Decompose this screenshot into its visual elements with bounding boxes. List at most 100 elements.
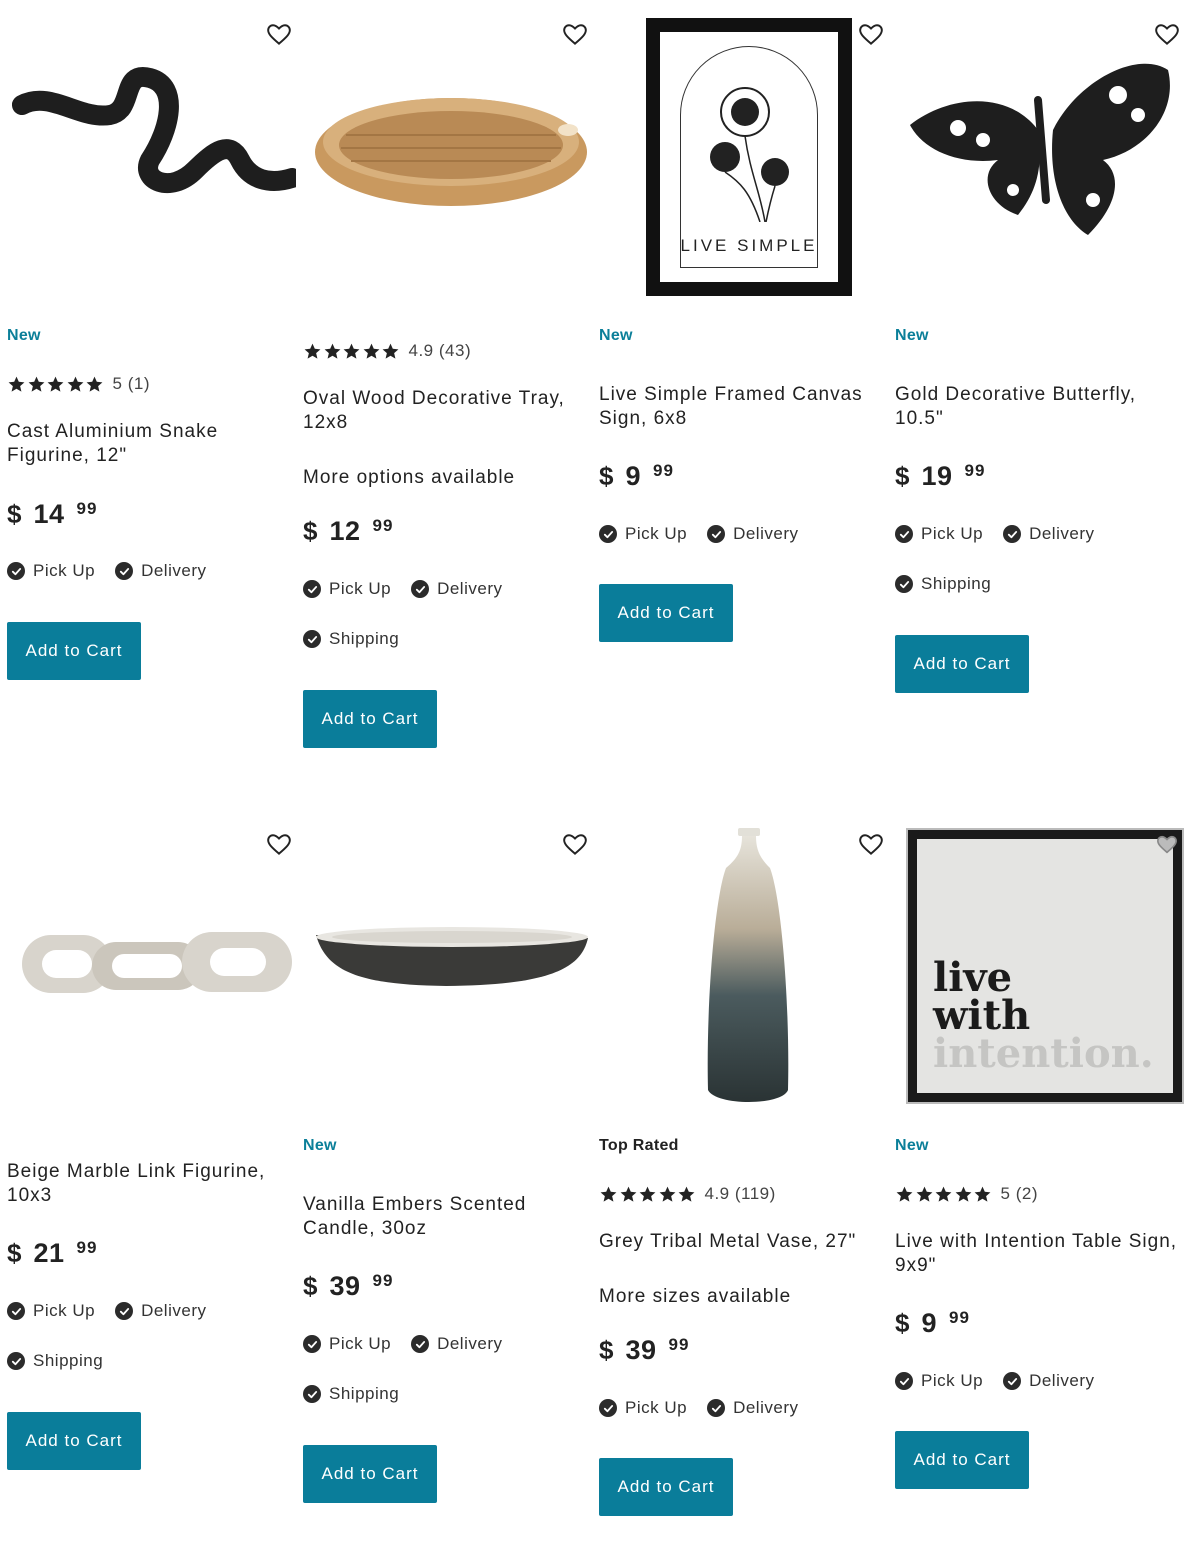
product-title-line: Figurine, 12" [7, 445, 128, 466]
check-icon [7, 562, 25, 580]
pickup-option: Pick Up [895, 1371, 983, 1391]
pickup-option: Pick Up [303, 579, 391, 599]
wishlist-heart-icon[interactable] [562, 832, 588, 858]
wishlist-heart-icon[interactable] [266, 22, 292, 48]
pickup-option: Pick Up [7, 1301, 95, 1321]
product-card[interactable]: New 5 (1) Cast Aluminium Snake Figurine,… [0, 0, 296, 780]
wishlist-heart-icon[interactable] [562, 22, 588, 48]
star-rating-icon [599, 1185, 697, 1204]
butterfly-icon[interactable] [888, 0, 1184, 300]
rating: 5 (1) [7, 372, 150, 396]
price-whole: 12 [329, 516, 361, 546]
add-to-cart-button[interactable]: Add to Cart [599, 584, 733, 642]
price-cents: 99 [372, 1271, 394, 1290]
check-icon [303, 630, 321, 648]
wishlist-heart-icon[interactable] [1154, 22, 1180, 48]
more-options-text[interactable]: More options available [303, 467, 515, 489]
product-title[interactable]: Live with Intention Table Sign, 9x9" [895, 1230, 1200, 1278]
add-to-cart-button[interactable]: Add to Cart [895, 1431, 1029, 1489]
price: $ 12 99 [303, 516, 393, 546]
star-icon [639, 1186, 656, 1202]
star-rating-icon [7, 375, 105, 394]
product-title[interactable]: Beige Marble Link Figurine, 10x3 [7, 1160, 265, 1208]
star-icon [620, 1186, 636, 1202]
new-badge: New [599, 327, 633, 344]
rating-count: (1) [127, 374, 150, 393]
add-to-cart-button[interactable]: Add to Cart [303, 1445, 437, 1503]
product-title-line: Live Simple Framed Canvas [599, 384, 863, 405]
product-title[interactable]: Gold Decorative Butterfly, 10.5" [895, 383, 1136, 431]
shipping-option-row: Shipping [303, 629, 399, 649]
shipping-option: Shipping [303, 628, 419, 650]
check-icon [7, 1352, 25, 1370]
snake-figurine-icon[interactable] [0, 0, 296, 300]
rating: 5 (2) [895, 1182, 1038, 1206]
add-to-cart-button[interactable]: Add to Cart [895, 635, 1029, 693]
price-cents: 99 [76, 499, 98, 518]
check-icon [707, 1399, 726, 1417]
product-title-line: Live with Intention Table Sign, [895, 1231, 1178, 1252]
pickup-label: Pick Up [625, 1398, 688, 1417]
vase-icon[interactable] [592, 810, 888, 1110]
fulfillment-options: Pick Up Delivery [303, 1333, 522, 1355]
product-card[interactable]: Top Rated 4.9 (119) Grey Tribal Metal Va… [592, 810, 888, 1550]
product-title[interactable]: Oval Wood Decorative Tray, 12x8 [303, 387, 565, 435]
marble-link-icon[interactable] [0, 810, 296, 1110]
pickup-label: Pick Up [921, 1371, 984, 1390]
shipping-option-row: Shipping [303, 1384, 399, 1404]
price-cents: 99 [653, 461, 674, 480]
product-card[interactable]: New Vanilla Embers Scented Candle, 30oz … [296, 810, 592, 1550]
wishlist-heart-icon[interactable] [266, 832, 292, 858]
product-title[interactable]: Cast Aluminium Snake Figurine, 12" [7, 420, 218, 468]
shipping-option: Shipping [895, 573, 1011, 595]
product-title-line: 10x3 [7, 1185, 53, 1206]
product-card[interactable]: live with intention. New 5 (2) Live with… [888, 810, 1184, 1550]
wood-tray-icon[interactable] [296, 0, 592, 300]
delivery-option: Delivery [411, 1334, 502, 1354]
product-title[interactable]: Vanilla Embers Scented Candle, 30oz [303, 1193, 526, 1241]
price-currency: $ [895, 1308, 910, 1338]
product-title[interactable]: Live Simple Framed Canvas Sign, 6x8 [599, 383, 863, 431]
shipping-label: Shipping [921, 574, 992, 593]
rating-count: (119) [734, 1184, 776, 1203]
candle-bowl-icon[interactable] [296, 810, 592, 1110]
check-icon [599, 1399, 617, 1417]
add-to-cart-button[interactable]: Add to Cart [7, 622, 141, 680]
check-icon [303, 1335, 321, 1353]
product-card[interactable]: 4.9 (43) Oval Wood Decorative Tray, 12x8… [296, 0, 592, 780]
delivery-option: Delivery [1003, 1371, 1094, 1391]
wishlist-heart-icon[interactable] [858, 22, 884, 48]
price-whole: 21 [33, 1238, 65, 1268]
star-rating-icon [895, 1185, 993, 1204]
price-whole: 14 [33, 499, 65, 529]
star-icon [8, 376, 25, 392]
table-sign-icon[interactable]: live with intention. [888, 810, 1184, 1110]
product-title[interactable]: Grey Tribal Metal Vase, 27" [599, 1230, 856, 1254]
star-icon [974, 1186, 991, 1202]
pickup-option: Pick Up [7, 561, 95, 581]
framed-canvas-icon[interactable]: LIVE SIMPLE [592, 0, 888, 300]
product-card[interactable]: New Gold Decorative Butterfly, 10.5" $ 1… [888, 0, 1184, 780]
add-to-cart-button[interactable]: Add to Cart [599, 1458, 733, 1516]
rating-count: (2) [1015, 1184, 1038, 1203]
pickup-option: Pick Up [895, 524, 983, 544]
pickup-option: Pick Up [599, 1398, 687, 1418]
add-to-cart-button[interactable]: Add to Cart [303, 690, 437, 748]
price-cents: 99 [964, 461, 986, 480]
fulfillment-options: Pick Up Delivery [599, 1397, 818, 1419]
rating-count: (43) [438, 341, 472, 360]
canvas-caption: LIVE SIMPLE [680, 236, 818, 255]
shipping-option-row: Shipping [895, 574, 991, 594]
price-whole: 19 [921, 461, 953, 491]
rating-value: 4.9 [704, 1184, 730, 1203]
rating: 4.9 (43) [303, 339, 471, 363]
add-to-cart-button[interactable]: Add to Cart [7, 1412, 141, 1470]
product-card[interactable]: LIVE SIMPLE New Live Simple Framed Canva… [592, 0, 888, 780]
more-sizes-text[interactable]: More sizes available [599, 1286, 791, 1308]
delivery-label: Delivery [141, 561, 207, 580]
wishlist-heart-icon[interactable] [858, 832, 884, 858]
star-icon [896, 1186, 913, 1202]
product-card[interactable]: Beige Marble Link Figurine, 10x3 $ 21 99… [0, 810, 296, 1550]
wishlist-heart-icon[interactable] [1156, 834, 1178, 856]
price-whole: 39 [329, 1271, 361, 1301]
